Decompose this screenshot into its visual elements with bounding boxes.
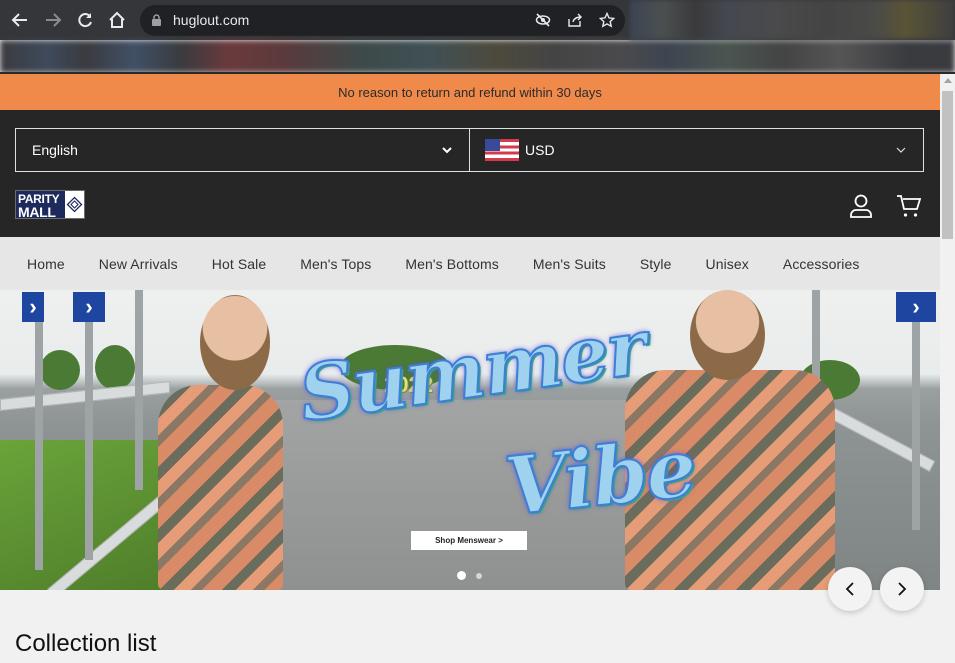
menu-item-accessories[interactable]: Accessories bbox=[783, 256, 860, 272]
menu-item-style[interactable]: Style bbox=[640, 256, 672, 272]
home-icon bbox=[109, 11, 125, 28]
bookmarks-bar bbox=[0, 40, 955, 73]
banner-tree bbox=[95, 345, 135, 390]
language-select[interactable]: English bbox=[16, 129, 469, 171]
banner-pole bbox=[912, 320, 920, 530]
url-text[interactable]: huglout.com bbox=[173, 12, 249, 28]
menu-item-home[interactable]: Home bbox=[27, 256, 65, 272]
site-header: English USD PARITY MALL bbox=[0, 110, 940, 237]
cart-icon[interactable] bbox=[895, 192, 923, 220]
announcement-text: No reason to return and refund within 30… bbox=[338, 84, 602, 100]
model-right-head bbox=[690, 290, 765, 380]
chevron-road-sign-icon: › bbox=[896, 292, 936, 322]
section-title: Collection list bbox=[15, 630, 157, 657]
locale-selectors: English USD bbox=[15, 128, 924, 172]
site-logo[interactable]: PARITY MALL bbox=[15, 190, 85, 219]
scroll-thumb[interactable] bbox=[942, 91, 953, 239]
banner-pole bbox=[85, 320, 93, 560]
scroll-up-arrow-icon[interactable] bbox=[944, 78, 952, 83]
menu-item-mens-suits[interactable]: Men's Suits bbox=[533, 256, 606, 272]
menu-item-unisex[interactable]: Unisex bbox=[705, 256, 748, 272]
menu-item-mens-bottoms[interactable]: Men's Bottoms bbox=[405, 256, 498, 272]
model-left-head bbox=[200, 295, 270, 390]
blurred-tabs bbox=[630, 0, 955, 40]
address-bar[interactable]: huglout.com bbox=[140, 5, 625, 36]
logo-text: PARITY MALL bbox=[16, 191, 65, 220]
webpage: No reason to return and refund within 30… bbox=[0, 74, 940, 663]
language-value: English bbox=[32, 142, 78, 158]
back-button[interactable] bbox=[8, 8, 32, 32]
arrow-left-icon bbox=[11, 13, 27, 27]
home-button[interactable] bbox=[105, 8, 129, 32]
main-menu: Home New Arrivals Hot Sale Men's Tops Me… bbox=[0, 237, 940, 290]
slider-prev-button[interactable] bbox=[828, 567, 872, 611]
slide-dot-2[interactable] bbox=[476, 573, 482, 579]
menu-item-hot-sale[interactable]: Hot Sale bbox=[212, 256, 267, 272]
chevron-road-sign-icon: › bbox=[73, 292, 105, 322]
chevron-left-icon bbox=[845, 582, 854, 596]
hero-banner[interactable]: › › › 2022 Summer Vibe Shop Menswear > bbox=[0, 290, 940, 590]
banner-headline-2: Vibe bbox=[500, 419, 701, 534]
eye-off-icon[interactable] bbox=[533, 10, 553, 30]
lock-icon bbox=[152, 14, 161, 26]
share-icon[interactable] bbox=[565, 10, 585, 30]
banner-pole bbox=[35, 320, 43, 570]
slide-dot-1[interactable] bbox=[457, 571, 466, 580]
star-icon[interactable] bbox=[597, 10, 617, 30]
logo-mark-icon bbox=[65, 191, 84, 218]
reload-icon bbox=[78, 13, 92, 28]
reload-button[interactable] bbox=[73, 8, 97, 32]
currency-value: USD bbox=[525, 142, 555, 158]
banner-pole bbox=[135, 290, 143, 490]
slider-next-button[interactable] bbox=[880, 567, 924, 611]
model-left bbox=[158, 385, 283, 590]
browser-toolbar: huglout.com bbox=[0, 0, 955, 40]
us-flag-icon bbox=[485, 139, 519, 161]
menu-item-new-arrivals[interactable]: New Arrivals bbox=[99, 256, 178, 272]
menu-item-mens-tops[interactable]: Men's Tops bbox=[300, 256, 371, 272]
page-scrollbar[interactable] bbox=[940, 74, 955, 663]
forward-button[interactable] bbox=[41, 8, 65, 32]
logo-line-2: MALL bbox=[18, 204, 56, 220]
announcement-bar: No reason to return and refund within 30… bbox=[0, 74, 940, 110]
chevron-down-icon bbox=[442, 147, 452, 154]
shop-menswear-button[interactable]: Shop Menswear > bbox=[411, 531, 527, 550]
chevron-down-icon bbox=[896, 147, 906, 153]
account-icon[interactable] bbox=[847, 192, 875, 220]
chevron-right-icon bbox=[898, 582, 907, 596]
currency-select[interactable]: USD bbox=[469, 129, 923, 171]
chevron-road-sign-icon: › bbox=[22, 292, 44, 322]
banner-tree bbox=[40, 350, 80, 390]
arrow-right-icon bbox=[46, 13, 62, 27]
